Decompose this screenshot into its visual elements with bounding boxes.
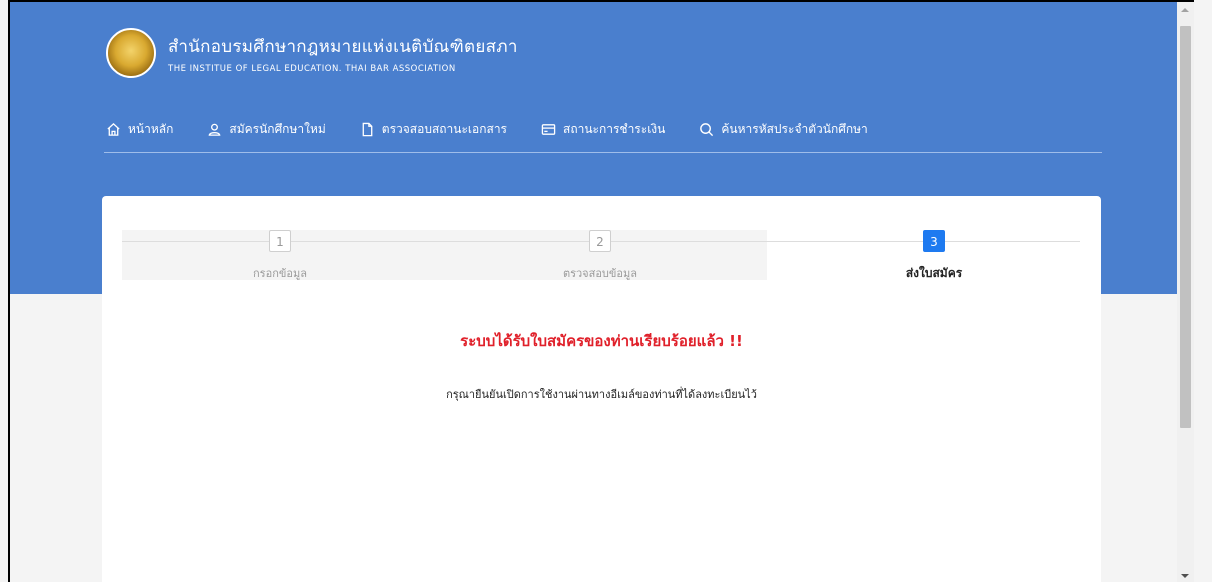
nav-label: หน้าหลัก: [128, 122, 174, 136]
step-submit-application: 3 ส่งใบสมัคร: [854, 230, 1014, 283]
vertical-scrollbar[interactable]: [1177, 2, 1194, 582]
nav-label: ค้นหารหัสประจำตัวนักศึกษา: [721, 122, 868, 136]
main-nav: หน้าหลัก สมัครนักศึกษาใหม่ ตรวจสอบสถานะเ…: [106, 120, 902, 139]
scroll-up-arrow-icon[interactable]: [1181, 8, 1189, 12]
nav-item-document-status[interactable]: ตรวจสอบสถานะเอกสาร: [360, 120, 507, 139]
step-verify-info: 2 ตรวจสอบข้อมูล: [520, 230, 680, 282]
step-label: ส่งใบสมัคร: [905, 266, 963, 280]
credit-card-icon: [541, 124, 556, 135]
nav-label: ตรวจสอบสถานะเอกสาร: [381, 122, 507, 136]
brand-text: สำนักอบรมศึกษากฎหมายแห่งเนติบัณฑิตยสภา T…: [168, 33, 518, 74]
document-icon: [362, 122, 373, 137]
email-confirmation-note: กรุณายืนยันเปิดการใช้งานผ่านทางอีเมล์ของ…: [446, 388, 757, 401]
step-number: 2: [589, 230, 611, 252]
seal-logo: [106, 28, 156, 78]
nav-item-search-student-id[interactable]: ค้นหารหัสประจำตัวนักศึกษา: [699, 120, 868, 139]
step-fill-info: 1 กรอกข้อมูล: [200, 230, 360, 282]
brand[interactable]: สำนักอบรมศึกษากฎหมายแห่งเนติบัณฑิตยสภา T…: [106, 28, 518, 78]
step-number: 1: [269, 230, 291, 252]
nav-label: สมัครนักศึกษาใหม่: [229, 122, 326, 136]
nav-divider: [104, 152, 1102, 153]
step-label: กรอกข้อมูล: [253, 267, 307, 280]
application-card: 1 กรอกข้อมูล 2 ตรวจสอบข้อมูล 3 ส่งใบสมัค…: [102, 196, 1101, 582]
brand-title-th: สำนักอบรมศึกษากฎหมายแห่งเนติบัณฑิตยสภา: [168, 36, 518, 57]
home-icon: [107, 122, 120, 136]
step-label: ตรวจสอบข้อมูล: [562, 267, 638, 280]
scroll-down-arrow-icon[interactable]: [1181, 574, 1189, 578]
brand-title-en: THE INSTITUE OF LEGAL EDUCATION. THAI BA…: [168, 63, 456, 74]
nav-label: สถานะการชำระเงิน: [563, 122, 666, 136]
search-icon: [700, 123, 714, 137]
nav-item-payment-status[interactable]: สถานะการชำระเงิน: [541, 120, 665, 139]
user-icon: [208, 123, 221, 136]
nav-item-home[interactable]: หน้าหลัก: [106, 120, 173, 139]
browser-viewport: สำนักอบรมศึกษากฎหมายแห่งเนติบัณฑิตยสภา T…: [8, 0, 1194, 582]
scrollbar-thumb[interactable]: [1180, 26, 1191, 428]
success-message: ระบบได้รับใบสมัครของท่านเรียบร้อยแล้ว !!: [460, 332, 743, 350]
nav-item-register[interactable]: สมัครนักศึกษาใหม่: [207, 120, 326, 139]
step-number: 3: [923, 230, 945, 252]
